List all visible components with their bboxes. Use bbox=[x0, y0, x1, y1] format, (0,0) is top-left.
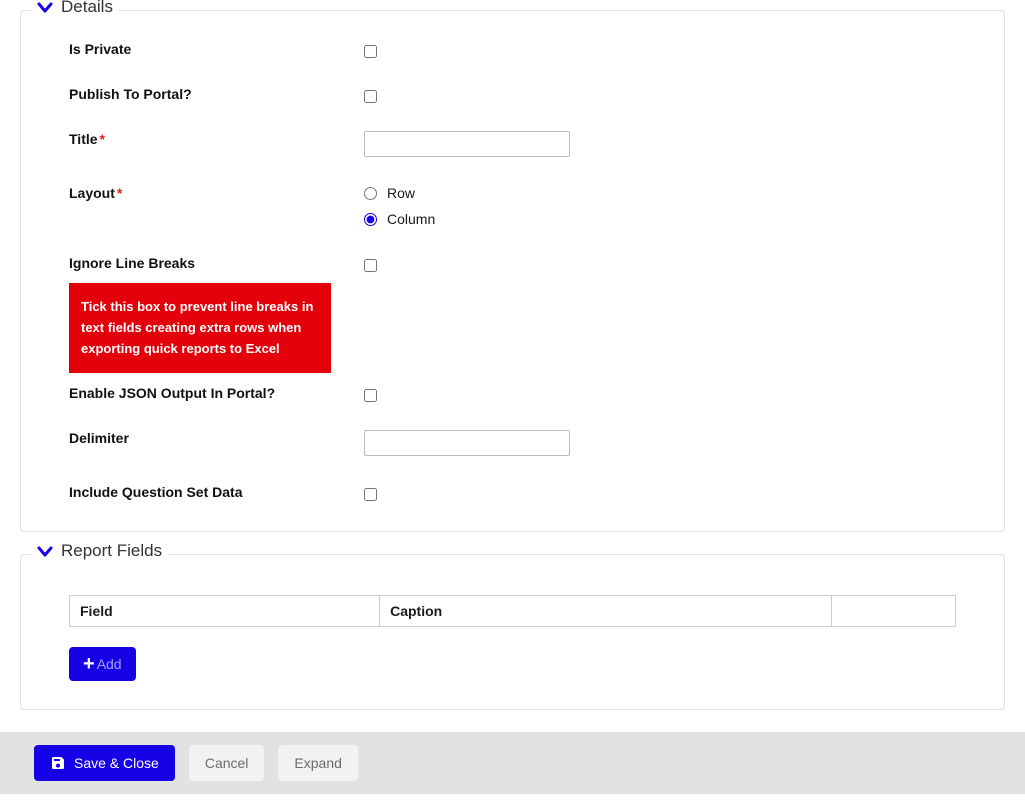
layout-label: Layout* bbox=[69, 185, 364, 201]
title-label: Title* bbox=[69, 131, 364, 147]
required-marker: * bbox=[100, 131, 105, 147]
layout-row-radio[interactable] bbox=[364, 187, 377, 200]
save-close-button[interactable]: Save & Close bbox=[34, 745, 175, 781]
enable-json-checkbox[interactable] bbox=[364, 389, 377, 402]
enable-json-label: Enable JSON Output In Portal? bbox=[69, 385, 364, 401]
save-close-label: Save & Close bbox=[74, 755, 159, 771]
is-private-checkbox[interactable] bbox=[364, 45, 377, 58]
table-header-row: Field Caption bbox=[70, 596, 956, 627]
layout-column-label: Column bbox=[387, 211, 435, 227]
include-qs-checkbox[interactable] bbox=[364, 488, 377, 501]
chevron-down-icon[interactable] bbox=[37, 544, 53, 558]
add-button-label: Add bbox=[97, 656, 122, 672]
layout-column-option[interactable]: Column bbox=[364, 211, 435, 227]
cancel-label: Cancel bbox=[205, 755, 249, 771]
expand-button[interactable]: Expand bbox=[278, 745, 357, 781]
layout-row-label: Row bbox=[387, 185, 415, 201]
layout-column-radio[interactable] bbox=[364, 213, 377, 226]
save-icon bbox=[50, 755, 66, 771]
report-fields-legend: Report Fields bbox=[31, 541, 168, 561]
delimiter-label: Delimiter bbox=[69, 430, 364, 446]
layout-row-option[interactable]: Row bbox=[364, 185, 415, 201]
ignore-line-breaks-help: Tick this box to prevent line breaks in … bbox=[69, 283, 331, 373]
details-legend: Details bbox=[31, 0, 119, 17]
ignore-line-breaks-label: Ignore Line Breaks bbox=[69, 255, 364, 271]
ignore-line-breaks-checkbox[interactable] bbox=[364, 259, 377, 272]
cancel-button[interactable]: Cancel bbox=[189, 745, 265, 781]
footer-bar: Save & Close Cancel Expand bbox=[0, 732, 1025, 794]
required-marker: * bbox=[117, 185, 122, 201]
column-caption: Caption bbox=[380, 596, 832, 627]
details-section: Details Is Private Publish To Portal? Ti… bbox=[20, 10, 1005, 532]
report-fields-table: Field Caption bbox=[69, 595, 956, 627]
column-actions bbox=[831, 596, 955, 627]
include-qs-label: Include Question Set Data bbox=[69, 484, 364, 500]
publish-to-portal-checkbox[interactable] bbox=[364, 90, 377, 103]
expand-label: Expand bbox=[294, 755, 341, 771]
add-button[interactable]: + Add bbox=[69, 647, 136, 681]
publish-to-portal-label: Publish To Portal? bbox=[69, 86, 364, 102]
is-private-label: Is Private bbox=[69, 41, 364, 57]
ignore-line-breaks-wrap: Ignore Line Breaks Tick this box to prev… bbox=[69, 255, 364, 373]
report-fields-section: Report Fields Field Caption + Add bbox=[20, 554, 1005, 710]
details-title: Details bbox=[61, 0, 113, 17]
chevron-down-icon[interactable] bbox=[37, 0, 53, 14]
title-input[interactable] bbox=[364, 131, 570, 157]
column-field: Field bbox=[70, 596, 380, 627]
report-fields-title: Report Fields bbox=[61, 541, 162, 561]
plus-icon: + bbox=[83, 657, 95, 671]
delimiter-input[interactable] bbox=[364, 430, 570, 456]
